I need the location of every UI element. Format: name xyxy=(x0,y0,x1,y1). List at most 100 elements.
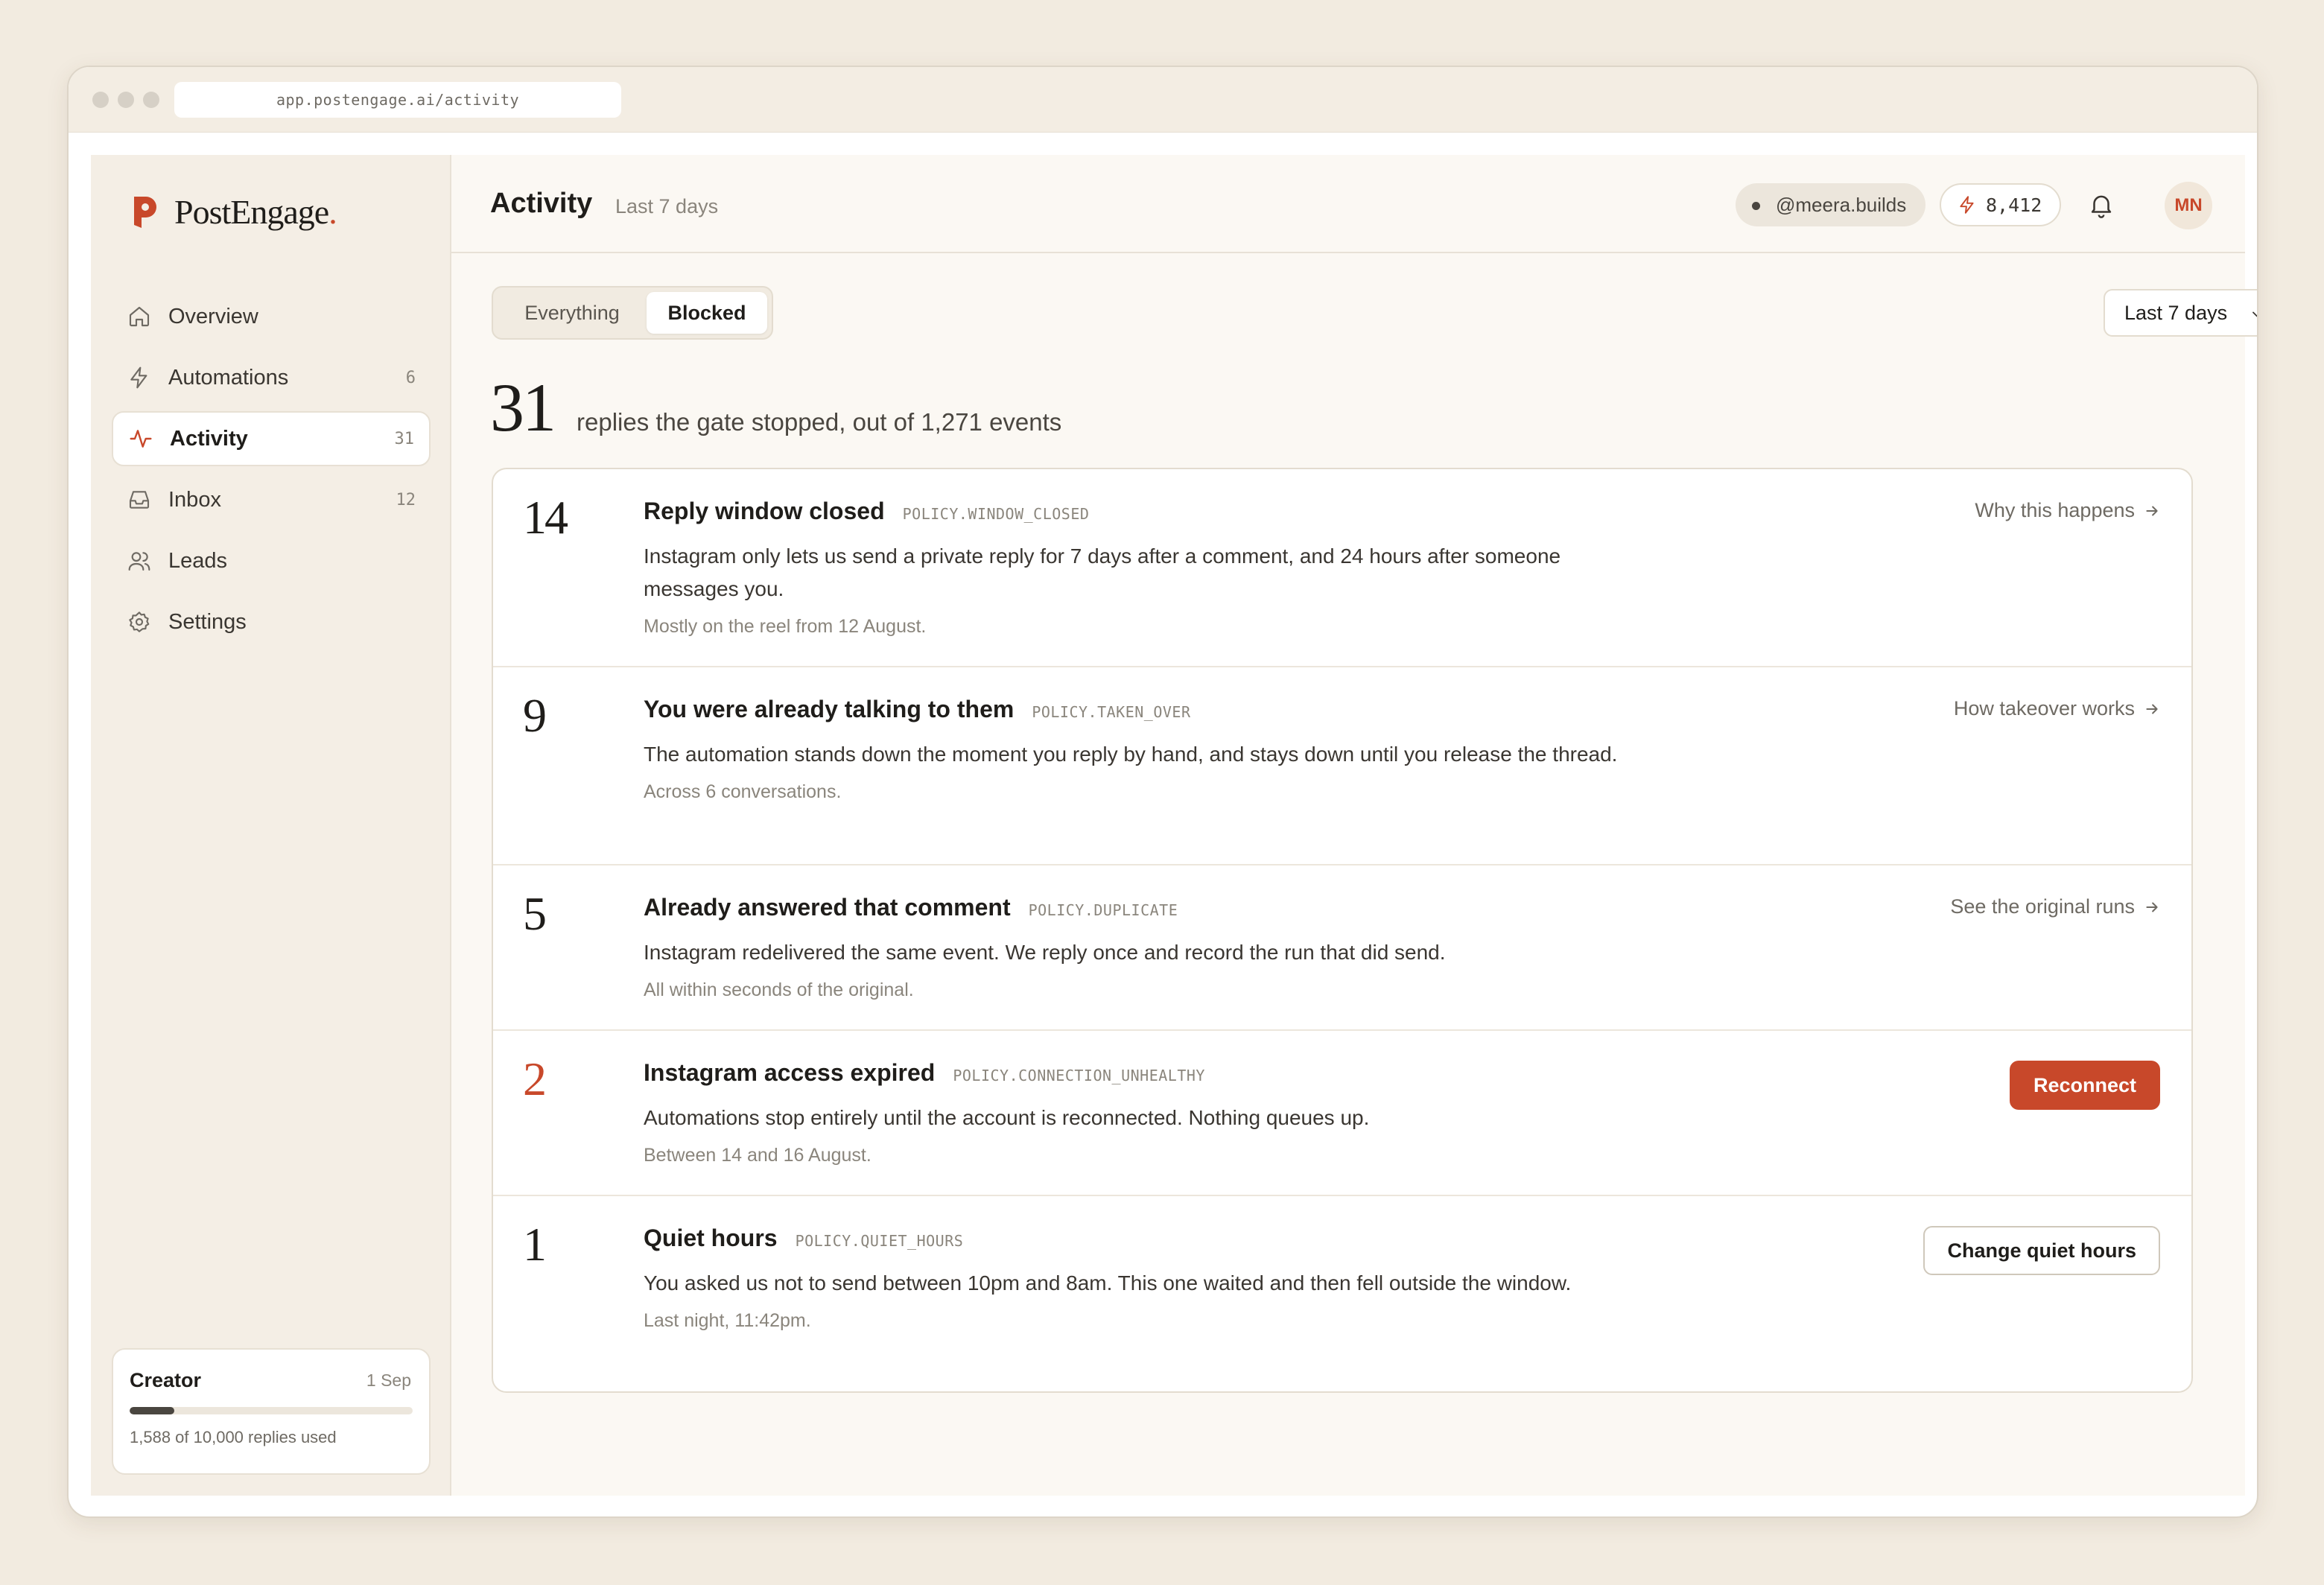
window-minimize-dot[interactable] xyxy=(118,92,134,108)
reason-title: Quiet hours xyxy=(644,1225,778,1251)
blocked-summary: 31 replies the gate stopped, out of 1,27… xyxy=(490,368,1061,447)
main-content: Activity Last 7 days @meera.builds 8,412… xyxy=(451,155,2257,1496)
sidebar-item-overview[interactable]: Overview xyxy=(112,289,431,344)
reason-meta: Between 14 and 16 August. xyxy=(644,1145,872,1166)
arrow-right-icon xyxy=(2146,506,2158,515)
blocked-reasons-list: 14 Reply window closed POLICY.WINDOW_CLO… xyxy=(492,468,2193,1393)
browser-window: app.postengage.ai/activity PostEngage. O… xyxy=(67,66,2258,1518)
sidebar-item-label: Leads xyxy=(168,548,228,573)
reason-count: 2 xyxy=(523,1052,547,1105)
plan-usage-fill xyxy=(130,1407,175,1414)
sidebar-item-count: 12 xyxy=(396,490,416,509)
sidebar-item-activity[interactable]: Activity 31 xyxy=(112,411,431,466)
tab-everything[interactable]: Everything xyxy=(498,292,647,334)
sidebar-item-label: Automations xyxy=(168,365,289,390)
list-item: 1 Quiet hours POLICY.QUIET_HOURS You ask… xyxy=(493,1196,2191,1391)
reason-code: POLICY.WINDOW_CLOSED xyxy=(902,505,1090,523)
reason-title: Reply window closed xyxy=(644,498,885,524)
reason-description: The automation stands down the moment yo… xyxy=(644,743,1618,766)
date-range-select[interactable]: Last 7 days xyxy=(2104,289,2257,337)
arrow-right-icon xyxy=(2146,902,2158,912)
app: PostEngage. Overview Automations 6 Activ… xyxy=(91,155,2257,1496)
list-item: 5 Already answered that comment POLICY.D… xyxy=(493,865,2191,1031)
activity-icon xyxy=(128,426,153,451)
reason-description: Instagram only lets us send a private re… xyxy=(644,544,1561,600)
reason-body: Quiet hours POLICY.QUIET_HOURS You asked… xyxy=(644,1225,1642,1332)
inbox-icon xyxy=(127,487,152,512)
reason-description: Instagram redelivered the same event. We… xyxy=(644,941,1446,964)
reason-count: 1 xyxy=(523,1218,547,1271)
reason-count: 9 xyxy=(523,689,547,742)
sidebar-item-label: Settings xyxy=(168,609,247,634)
reason-body: Instagram access expired POLICY.CONNECTI… xyxy=(644,1059,1642,1166)
window-close-dot[interactable] xyxy=(92,92,109,108)
reason-body: Reply window closed POLICY.WINDOW_CLOSED… xyxy=(644,498,1642,638)
filter-segmented-control: Everything Blocked xyxy=(492,286,773,340)
account-handle: @meera.builds xyxy=(1776,193,1907,216)
reason-description: Automations stop entirely until the acco… xyxy=(644,1106,1370,1129)
arrow-right-icon xyxy=(2146,704,2158,714)
status-dot-icon xyxy=(1752,202,1760,210)
home-icon xyxy=(127,304,152,329)
postengage-logo-icon xyxy=(134,196,156,228)
blocked-count: 31 xyxy=(490,369,556,445)
list-item: 14 Reply window closed POLICY.WINDOW_CLO… xyxy=(493,469,2191,667)
users-icon xyxy=(127,548,152,574)
see-original-runs-link[interactable]: See the original runs xyxy=(1950,895,2160,918)
reason-body: You were already talking to them POLICY.… xyxy=(644,696,1642,803)
brand-name: PostEngage. xyxy=(174,193,337,231)
avatar[interactable]: MN xyxy=(2165,182,2212,229)
how-takeover-works-link[interactable]: How takeover works xyxy=(1954,697,2160,720)
reason-code: POLICY.DUPLICATE xyxy=(1028,901,1178,919)
list-item: 9 You were already talking to them POLIC… xyxy=(493,667,2191,865)
change-quiet-hours-button[interactable]: Change quiet hours xyxy=(1923,1226,2160,1275)
reason-meta: All within seconds of the original. xyxy=(644,979,914,1000)
why-this-happens-link[interactable]: Why this happens xyxy=(1975,499,2160,522)
plan-usage-bar xyxy=(130,1407,413,1414)
reason-code: POLICY.CONNECTION_UNHEALTHY xyxy=(953,1067,1205,1084)
reason-code: POLICY.TAKEN_OVER xyxy=(1032,703,1191,721)
list-item: 2 Instagram access expired POLICY.CONNEC… xyxy=(493,1031,2191,1196)
reason-count: 14 xyxy=(523,491,568,544)
date-range-value: Last 7 days xyxy=(2124,301,2228,324)
bell-icon[interactable] xyxy=(2087,191,2115,219)
reason-body: Already answered that comment POLICY.DUP… xyxy=(644,894,1642,1001)
plan-card[interactable]: Creator 1 Sep 1,588 of 10,000 replies us… xyxy=(112,1348,431,1475)
gear-icon xyxy=(127,609,152,635)
reason-title: Already answered that comment xyxy=(644,894,1011,921)
sidebar-item-settings[interactable]: Settings xyxy=(112,594,431,649)
account-handle-pill[interactable]: @meera.builds xyxy=(1736,183,1926,226)
sidebar-nav: Overview Automations 6 Activity 31 Inbox… xyxy=(112,289,431,655)
reason-description: You asked us not to send between 10pm an… xyxy=(644,1271,1572,1295)
reconnect-button[interactable]: Reconnect xyxy=(2009,1061,2160,1110)
browser-chrome: app.postengage.ai/activity xyxy=(69,67,2257,133)
sidebar-item-automations[interactable]: Automations 6 xyxy=(112,350,431,405)
window-maximize-dot[interactable] xyxy=(143,92,159,108)
sidebar-item-label: Activity xyxy=(170,426,248,451)
sidebar-item-label: Overview xyxy=(168,304,258,328)
topbar: Activity Last 7 days @meera.builds 8,412… xyxy=(451,155,2245,253)
credits-count: 8,412 xyxy=(1986,194,2042,216)
blocked-summary-text: replies the gate stopped, out of 1,271 e… xyxy=(577,408,1062,436)
credits-pill[interactable]: 8,412 xyxy=(1940,183,2062,226)
reason-count: 5 xyxy=(523,887,547,940)
reason-title: You were already talking to them xyxy=(644,696,1015,722)
plan-renewal-date: 1 Sep xyxy=(366,1370,411,1390)
sidebar-item-count: 6 xyxy=(405,368,416,387)
sidebar-item-leads[interactable]: Leads xyxy=(112,533,431,588)
brand[interactable]: PostEngage. xyxy=(131,192,337,232)
sidebar-item-inbox[interactable]: Inbox 12 xyxy=(112,472,431,527)
page-subtitle: Last 7 days xyxy=(615,195,719,217)
reason-title: Instagram access expired xyxy=(644,1059,936,1086)
plan-usage-text: 1,588 of 10,000 replies used xyxy=(130,1428,337,1446)
reason-meta: Last night, 11:42pm. xyxy=(644,1310,811,1331)
sidebar: PostEngage. Overview Automations 6 Activ… xyxy=(91,155,451,1496)
sidebar-item-label: Inbox xyxy=(168,487,221,512)
page-title: Activity xyxy=(490,188,593,219)
reason-meta: Mostly on the reel from 12 August. xyxy=(644,616,927,637)
tab-blocked[interactable]: Blocked xyxy=(647,292,767,334)
reason-meta: Across 6 conversations. xyxy=(644,781,842,802)
reason-code: POLICY.QUIET_HOURS xyxy=(795,1232,964,1250)
address-bar[interactable]: app.postengage.ai/activity xyxy=(174,82,621,118)
chevron-down-icon xyxy=(2252,311,2257,317)
